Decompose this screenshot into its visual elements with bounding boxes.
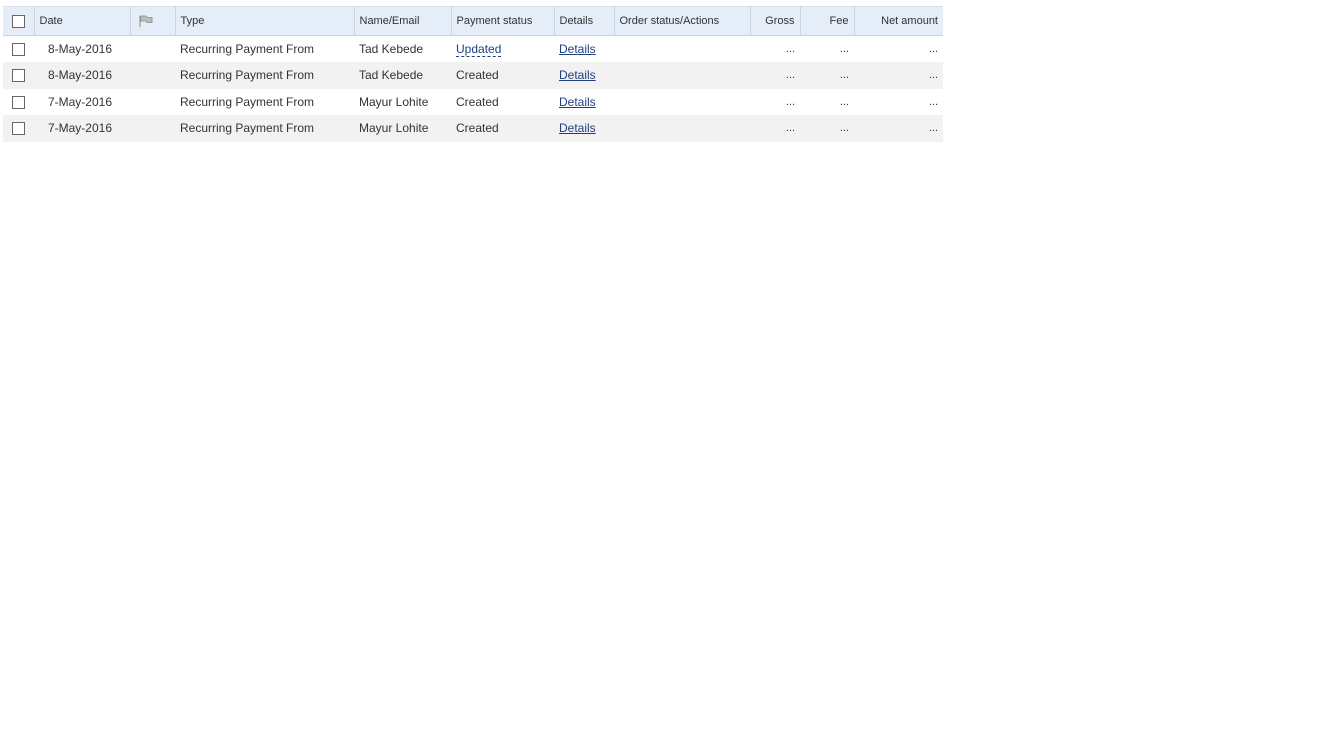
table-row: 7-May-2016 Recurring Payment From Mayur … (3, 115, 943, 142)
flag-cell (130, 36, 175, 63)
transactions-table-container: Date Type Name/Email Payment status Deta… (3, 6, 943, 142)
column-header-net-amount[interactable]: Net amount (854, 6, 943, 36)
details-cell: Details (554, 89, 614, 116)
row-select-cell (3, 62, 34, 89)
type-cell: Recurring Payment From (180, 42, 315, 56)
order-status-cell (614, 89, 750, 116)
payment-status-cell: Created (456, 121, 499, 136)
flag-cell (130, 115, 175, 142)
row-select-cell (3, 36, 34, 63)
type-cell: Recurring Payment From (180, 94, 315, 109)
details-link[interactable]: Details (559, 42, 596, 56)
gross-cell: ... (785, 69, 795, 82)
date-cell: 8-May-2016 (47, 68, 112, 83)
gross-cell: ... (785, 43, 795, 55)
table-row: 7-May-2016 Recurring Payment From Mayur … (3, 89, 943, 116)
details-cell: Details (554, 62, 614, 89)
name-cell: Tad Kebede (359, 68, 424, 83)
table-header-row: Date Type Name/Email Payment status Deta… (3, 6, 943, 36)
column-header-flag[interactable] (130, 6, 176, 36)
date-cell: 7-May-2016 (47, 121, 112, 136)
net-amount-cell: ... (928, 122, 938, 135)
type-cell: Recurring Payment From (180, 121, 315, 136)
payment-status-cell: Created (456, 68, 499, 83)
transactions-table: Date Type Name/Email Payment status Deta… (3, 6, 943, 142)
column-header-fee[interactable]: Fee (800, 6, 855, 36)
name-cell: Mayur Lohite (359, 94, 429, 109)
name-cell: Tad Kebede (359, 42, 424, 56)
select-all-header (3, 6, 35, 36)
details-cell: Details (554, 36, 614, 63)
net-amount-cell: ... (928, 69, 938, 82)
row-select-cell (3, 115, 34, 142)
column-header-date[interactable]: Date (34, 6, 131, 36)
net-amount-cell: ... (928, 43, 938, 55)
row-select-cell (3, 89, 34, 116)
payment-status-cell: Updated (451, 36, 554, 63)
select-all-checkbox[interactable] (11, 14, 25, 28)
flag-cell (130, 62, 175, 89)
date-cell: 8-May-2016 (47, 42, 112, 56)
type-cell: Recurring Payment From (180, 68, 315, 83)
column-header-order-status: Order status/Actions (614, 6, 751, 36)
column-header-type[interactable]: Type (175, 6, 355, 36)
column-header-gross[interactable]: Gross (750, 6, 801, 36)
order-status-cell (614, 115, 750, 142)
table-row: 8-May-2016 Recurring Payment From Tad Ke… (3, 62, 943, 89)
details-link[interactable]: Details (559, 95, 596, 109)
details-link[interactable]: Details (559, 121, 596, 135)
column-header-payment-status[interactable]: Payment status (451, 6, 555, 36)
fee-cell: ... (839, 69, 849, 82)
fee-cell: ... (839, 43, 849, 55)
fee-cell: ... (839, 95, 849, 108)
order-status-cell (614, 36, 750, 63)
row-checkbox[interactable] (12, 95, 25, 109)
table-row: 8-May-2016 Recurring Payment From Tad Ke… (3, 36, 943, 63)
details-link[interactable]: Details (559, 68, 596, 82)
flag-icon (136, 14, 170, 28)
row-checkbox[interactable] (12, 43, 25, 57)
gross-cell: ... (785, 122, 795, 135)
order-status-cell (614, 62, 750, 89)
row-checkbox[interactable] (12, 69, 25, 83)
payment-status-link[interactable]: Updated (456, 42, 502, 57)
column-header-details: Details (554, 6, 615, 36)
payment-status-cell: Created (456, 94, 499, 109)
net-amount-cell: ... (928, 95, 938, 108)
column-header-name-email[interactable]: Name/Email (354, 6, 452, 36)
row-checkbox[interactable] (12, 122, 25, 136)
name-cell: Mayur Lohite (359, 121, 429, 136)
flag-cell (130, 89, 175, 116)
date-cell: 7-May-2016 (47, 94, 112, 109)
fee-cell: ... (839, 122, 849, 135)
gross-cell: ... (785, 95, 795, 108)
details-cell: Details (554, 115, 614, 142)
